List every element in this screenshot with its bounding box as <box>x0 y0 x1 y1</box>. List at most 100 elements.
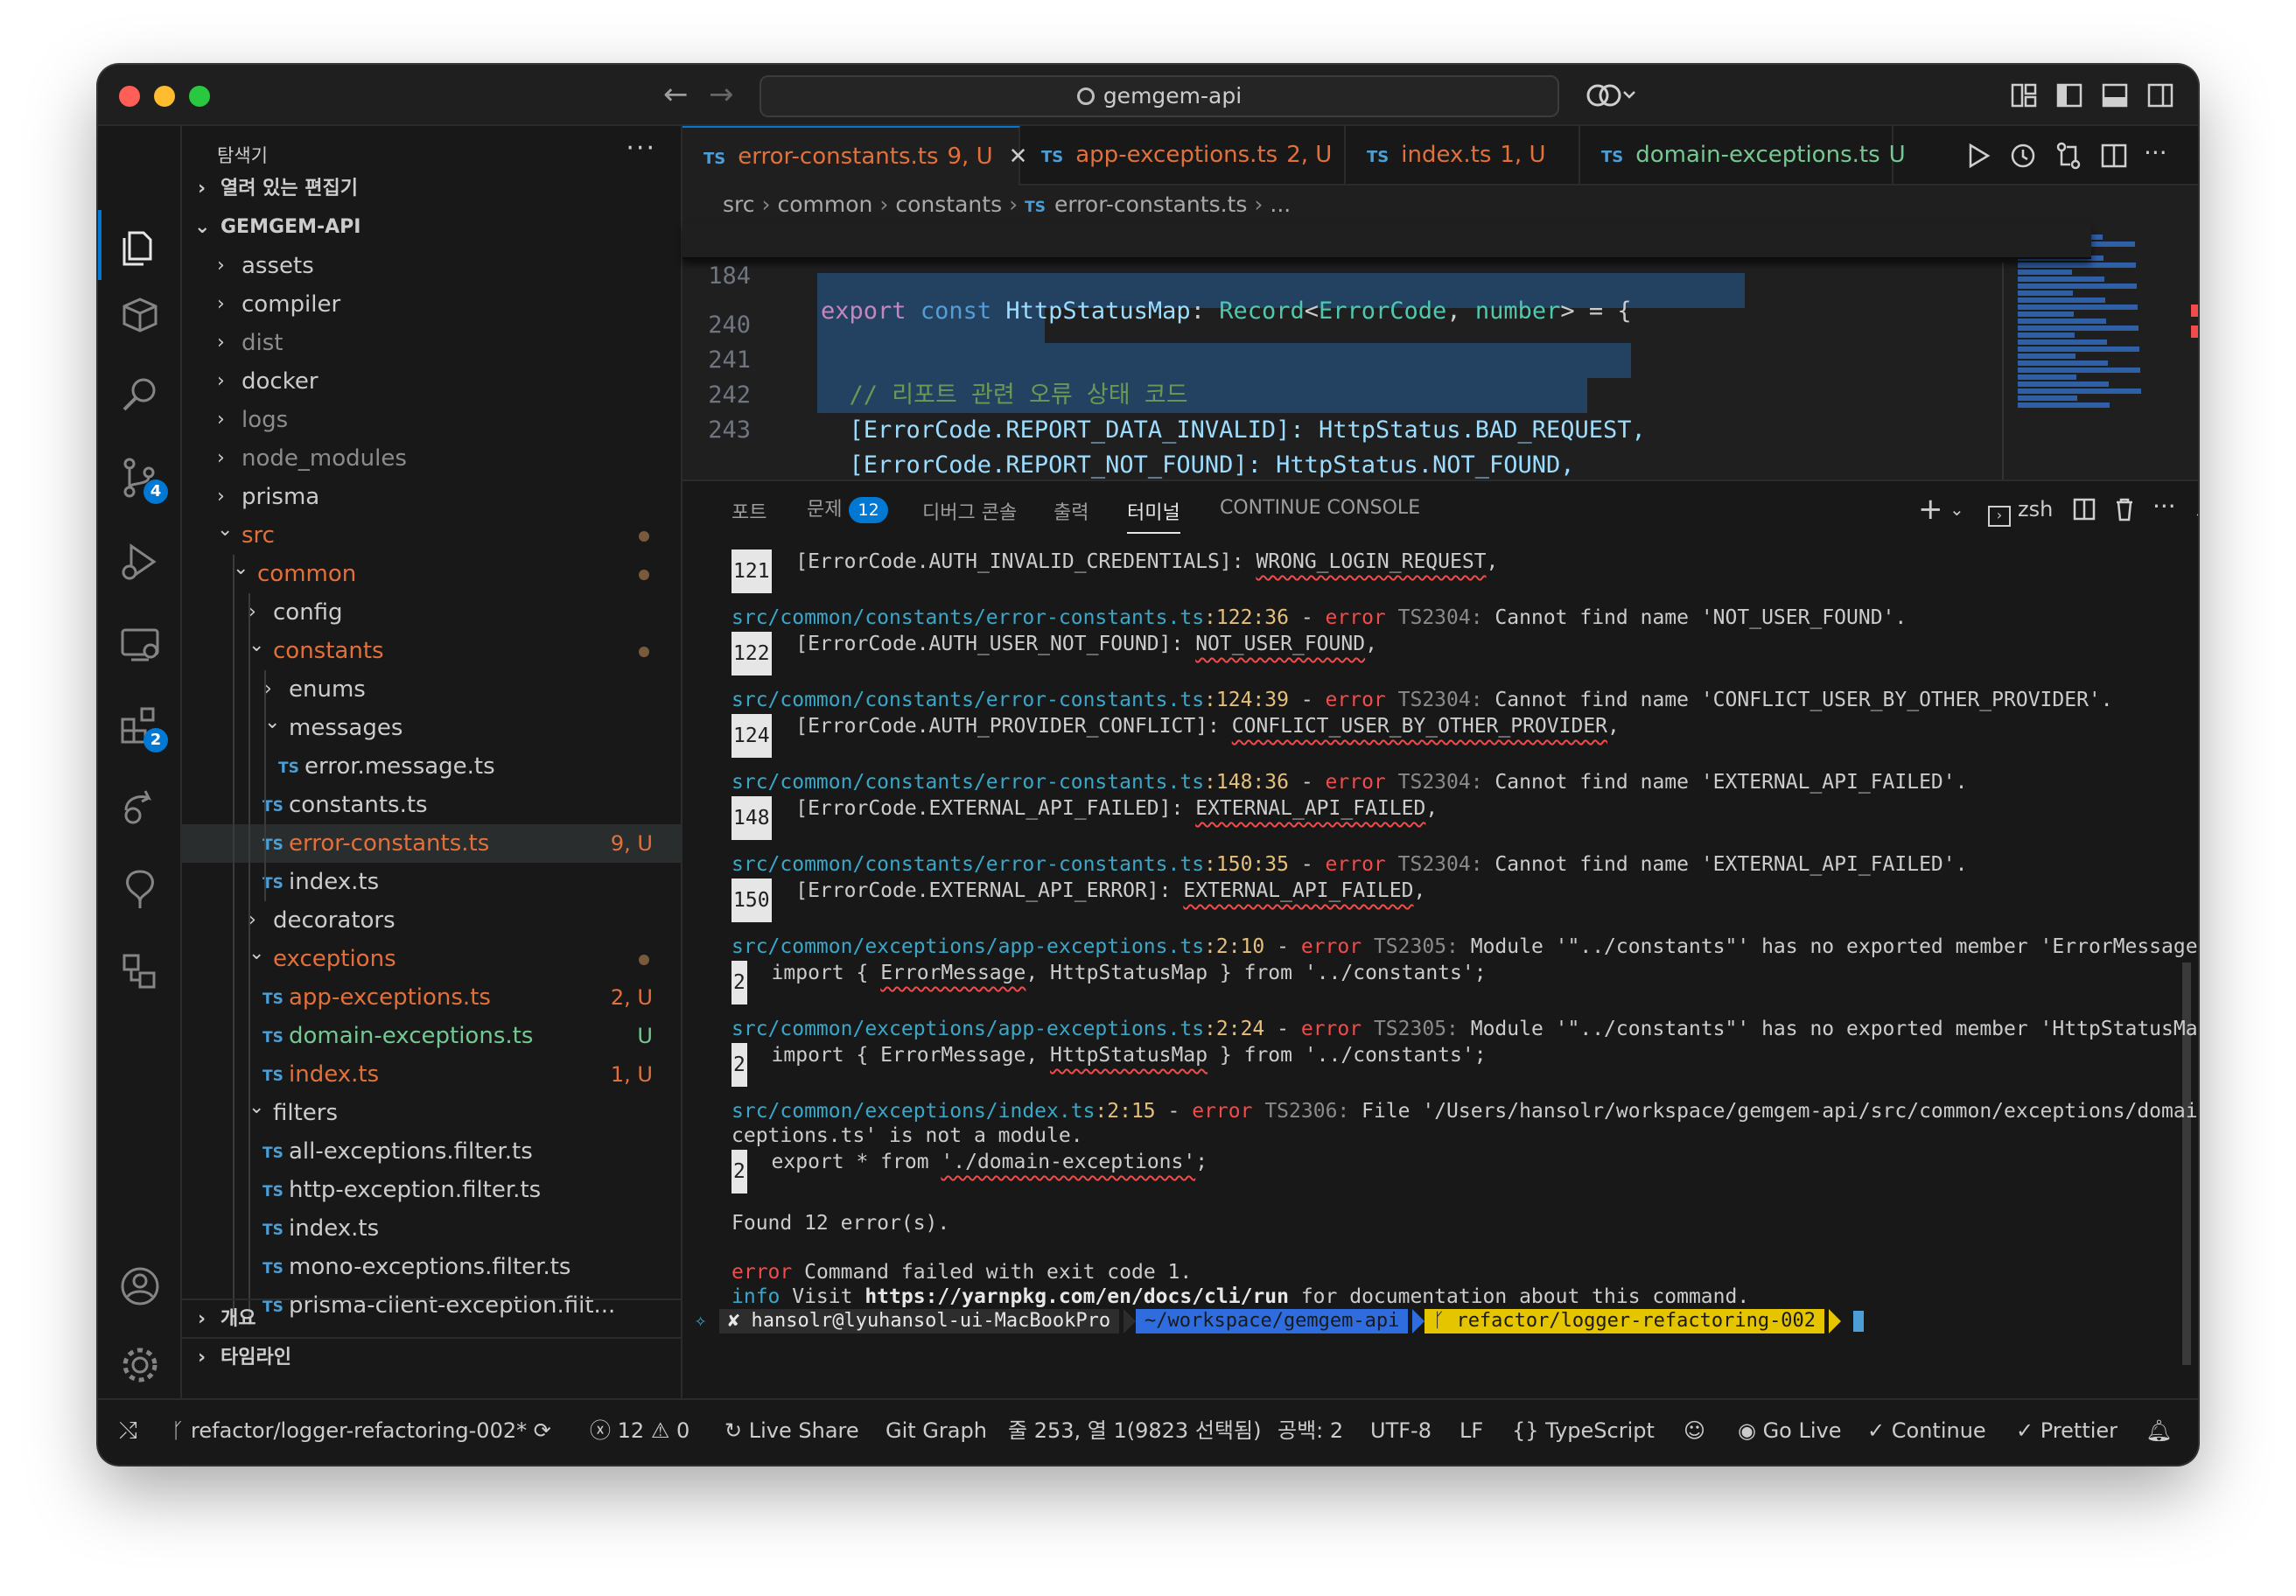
source-control-icon[interactable]: 4 <box>117 455 168 504</box>
explorer-icon[interactable] <box>117 224 163 270</box>
tab-domain-exceptions[interactable]: TS domain-exceptions.ts U <box>1580 126 1906 186</box>
terminal-output[interactable]: 121 [ErrorCode.AUTH_INVALID_CREDENTIALS]… <box>682 536 2198 1400</box>
tree-file[interactable]: TS all-exceptions.filter.ts <box>182 1132 682 1171</box>
tab-error-constants[interactable]: TS error-constants.ts 9, U ✕ <box>682 126 1027 186</box>
search-icon[interactable] <box>117 373 163 418</box>
tree-file[interactable]: TS error.message.ts <box>182 747 682 786</box>
tree-folder[interactable]: ⌄ exceptions <box>182 940 682 978</box>
tab-index[interactable]: TS index.ts 1, U <box>1346 126 1580 186</box>
tree-folder[interactable]: › prisma <box>182 478 682 516</box>
tree-folder[interactable]: ⌄ constants <box>182 632 682 670</box>
live-share-icon[interactable] <box>117 784 163 830</box>
tree-folder[interactable]: › dist <box>182 324 682 362</box>
tree-folder[interactable]: › logs <box>182 401 682 439</box>
tree-file[interactable]: TS app-exceptions.ts 2, U <box>182 978 682 1017</box>
tree-file[interactable]: TS constants.ts <box>182 786 682 824</box>
copilot-status-icon[interactable]: ☺ <box>1684 1400 1705 1461</box>
indentation-status[interactable]: 공백: 2 <box>1278 1400 1343 1461</box>
go-live-status[interactable]: ◉ Go Live <box>1738 1400 1842 1461</box>
tree-file[interactable]: TS index.ts <box>182 1209 682 1248</box>
back-arrow-icon[interactable]: ← <box>663 77 689 112</box>
tree-file[interactable]: TS index.ts <box>182 863 682 901</box>
tree-file[interactable]: TS http-exception.filter.ts <box>182 1171 682 1209</box>
git-graph-status[interactable]: Git Graph <box>886 1400 987 1461</box>
breadcrumb-item[interactable]: constants <box>895 192 1002 217</box>
new-terminal-icon[interactable]: + <box>1918 494 1943 525</box>
code-line[interactable]: 242 [ErrorCode.REPORT_DATA_INVALID]: Htt… <box>682 343 1995 444</box>
more-actions-icon[interactable]: ··· <box>2152 494 2176 525</box>
run-icon[interactable] <box>1962 140 1993 172</box>
zoom-window-button[interactable] <box>189 86 210 107</box>
code-editor[interactable]: 184 export const HttpStatusMap: Record<E… <box>682 224 2198 480</box>
customize-layout-icon[interactable] <box>2009 80 2039 110</box>
continue-status[interactable]: ✓ Continue <box>1867 1400 1986 1461</box>
notifications-bell-icon[interactable]: 🔔︎ <box>2146 1400 2172 1461</box>
open-editors-section[interactable]: › 열려 있는 편집기 <box>182 170 682 208</box>
close-window-button[interactable] <box>119 86 140 107</box>
minimize-window-button[interactable] <box>154 86 175 107</box>
accounts-icon[interactable] <box>117 1264 163 1309</box>
trash-icon[interactable] <box>2112 494 2137 525</box>
git-branch-status[interactable]: ᚴ refactor/logger-refactoring-002* ⟳ <box>172 1400 551 1461</box>
copilot-icon[interactable] <box>1586 80 1638 110</box>
timeline-section[interactable]: › 타임라인 <box>182 1337 682 1376</box>
tab-continue-console[interactable]: CONTINUE CONSOLE <box>1220 497 1420 519</box>
tree-folder[interactable]: ⌄ common <box>182 555 682 593</box>
code-line[interactable]: 243 [ErrorCode.REPORT_NOT_FOUND]: HttpSt… <box>682 378 1995 479</box>
forward-arrow-icon[interactable]: → <box>709 77 734 112</box>
tree-file[interactable]: TS mono-exceptions.filter.ts <box>182 1248 682 1286</box>
tree-item-label: constants <box>273 638 384 664</box>
breadcrumb-item[interactable]: src <box>723 192 755 217</box>
language-mode[interactable]: {} TypeScript <box>1512 1400 1655 1461</box>
prettier-status[interactable]: ✓ Prettier <box>2016 1400 2118 1461</box>
workspace-root-section[interactable]: ⌄ GEMGEM-API <box>182 208 682 247</box>
packages-icon[interactable] <box>117 292 163 338</box>
cursor-position[interactable]: 줄 253, 열 1(9823 선택됨) <box>1008 1400 1261 1461</box>
tree-folder[interactable]: › node_modules <box>182 439 682 478</box>
toggle-panel-icon[interactable] <box>2100 80 2130 110</box>
remote-explorer-icon[interactable] <box>117 621 163 667</box>
split-terminal-icon[interactable] <box>2072 494 2096 525</box>
tree-folder[interactable]: › compiler <box>182 285 682 324</box>
eol-status[interactable]: LF <box>1460 1400 1483 1461</box>
tab-output[interactable]: 출력 <box>1054 497 1088 525</box>
tree-folder[interactable]: › assets <box>182 247 682 285</box>
remote-containers-icon[interactable] <box>117 948 163 994</box>
sticky-scroll-line[interactable]: 184 export const HttpStatusMap: Record<E… <box>682 224 2091 325</box>
command-center-search[interactable]: gemgem-api <box>760 75 1559 117</box>
tree-file[interactable]: TS domain-exceptions.ts U <box>182 1017 682 1055</box>
terminal-shell[interactable]: › zsh <box>1988 494 2053 527</box>
tree-file[interactable]: TS error-constants.ts 9, U <box>182 824 682 863</box>
problems-status[interactable]: ⓧ 12 ⚠ 0 <box>590 1400 690 1461</box>
extensions-icon[interactable]: 2 <box>117 704 168 752</box>
compare-changes-icon[interactable] <box>2053 140 2084 172</box>
tab-debug-console[interactable]: 디버그 콘솔 <box>922 497 1017 525</box>
tab-terminal[interactable]: 터미널 <box>1127 497 1180 534</box>
git-graph-icon[interactable] <box>117 866 163 912</box>
tab-app-exceptions[interactable]: TS app-exceptions.ts 2, U <box>1020 126 1346 186</box>
toggle-secondary-sidebar-icon[interactable] <box>2146 80 2175 110</box>
tree-folder[interactable]: ⌄ src <box>182 516 682 555</box>
breadcrumb-item[interactable]: error-constants.ts <box>1054 192 1247 217</box>
more-actions-icon[interactable]: ··· <box>2144 140 2175 172</box>
more-actions-icon[interactable]: ··· <box>626 133 656 164</box>
run-debug-icon[interactable] <box>117 539 163 584</box>
tab-ports[interactable]: 포트 <box>732 497 766 525</box>
breadcrumb-item[interactable]: common <box>778 192 873 217</box>
timeline-history-icon[interactable] <box>2007 140 2039 172</box>
remote-indicator-icon[interactable]: ⤭ <box>119 1400 137 1461</box>
chevron-down-icon[interactable]: ⌄ <box>1950 494 1964 525</box>
tree-folder[interactable]: ⌄ filters <box>182 1094 682 1132</box>
tree-folder[interactable]: › docker <box>182 362 682 401</box>
outline-section[interactable]: › 개요 <box>182 1298 682 1337</box>
maximize-panel-icon[interactable]: ︿ <box>2196 494 2198 525</box>
split-editor-icon[interactable] <box>2098 140 2130 172</box>
tab-problems[interactable]: 문제 12 <box>807 494 888 523</box>
settings-gear-icon[interactable] <box>117 1342 163 1388</box>
toggle-primary-sidebar-icon[interactable] <box>2054 80 2084 110</box>
live-share-status[interactable]: ↻ Live Share <box>724 1400 859 1461</box>
breadcrumb-item[interactable]: ... <box>1270 192 1291 217</box>
tree-folder[interactable]: › enums <box>182 670 682 709</box>
encoding-status[interactable]: UTF-8 <box>1370 1400 1432 1461</box>
tree-folder[interactable]: ⌄ messages <box>182 709 682 747</box>
